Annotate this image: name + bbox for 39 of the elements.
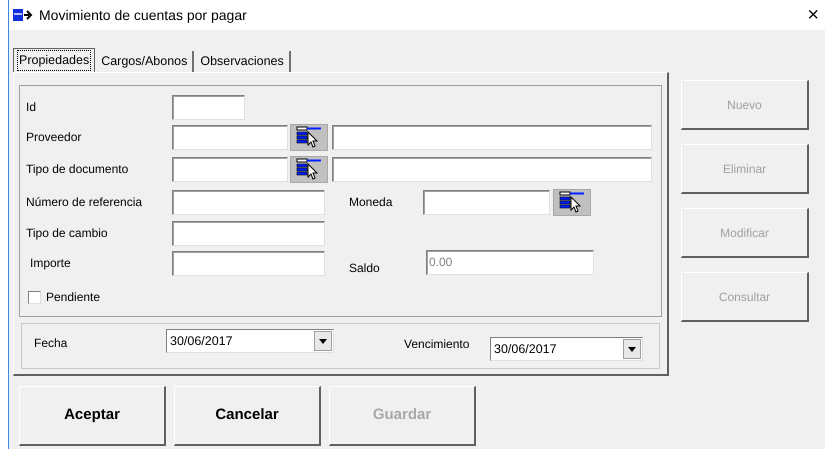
field-label: Tipo de documento [26, 161, 130, 178]
lookup-button[interactable] [290, 124, 328, 150]
field-label: Importe [29, 255, 72, 272]
input-field[interactable] [172, 124, 288, 150]
input-field[interactable] [423, 190, 550, 214]
checkbox-label: Pendiente [46, 289, 100, 306]
tab[interactable]: Propiedades [13, 48, 96, 72]
input-field[interactable] [172, 220, 325, 246]
close-button[interactable]: × [807, 5, 819, 25]
field-label: Moneda [349, 194, 394, 211]
input-field[interactable] [172, 156, 288, 182]
dropdown-arrow-icon [319, 338, 327, 344]
tab[interactable]: Observaciones [195, 51, 291, 72]
list-pointer-icon [558, 191, 586, 213]
dialog-button[interactable]: Aceptar [19, 386, 166, 446]
lookup-button[interactable] [553, 188, 591, 216]
input-field[interactable] [172, 190, 325, 214]
input-field[interactable] [172, 250, 325, 276]
date-dropdown[interactable]: 30/06/2017 [490, 337, 643, 361]
field-label: Fecha [34, 335, 68, 352]
field-label: Tipo de cambio [26, 225, 109, 242]
input-field[interactable] [332, 124, 652, 150]
lookup-button[interactable] [290, 156, 328, 182]
tab[interactable]: Cargos/Abonos [96, 51, 194, 72]
list-pointer-icon [295, 158, 323, 180]
list-pointer-icon [295, 126, 323, 148]
dialog-button[interactable]: Cancelar [174, 386, 321, 446]
dropdown-arrow-icon [628, 346, 636, 352]
app-icon [13, 8, 33, 22]
input-field[interactable] [172, 94, 245, 120]
checkbox[interactable] [28, 290, 41, 304]
field-label: Número de referencia [26, 194, 144, 211]
input-field[interactable] [332, 156, 652, 182]
window-title: Movimiento de cuentas por pagar [39, 6, 247, 25]
date-dropdown[interactable]: 30/06/2017 [166, 329, 334, 353]
field-label: Saldo [349, 260, 381, 277]
field-label: Id [26, 99, 38, 116]
field-label: Proveedor [26, 129, 82, 146]
field-label: Vencimiento [404, 336, 470, 353]
